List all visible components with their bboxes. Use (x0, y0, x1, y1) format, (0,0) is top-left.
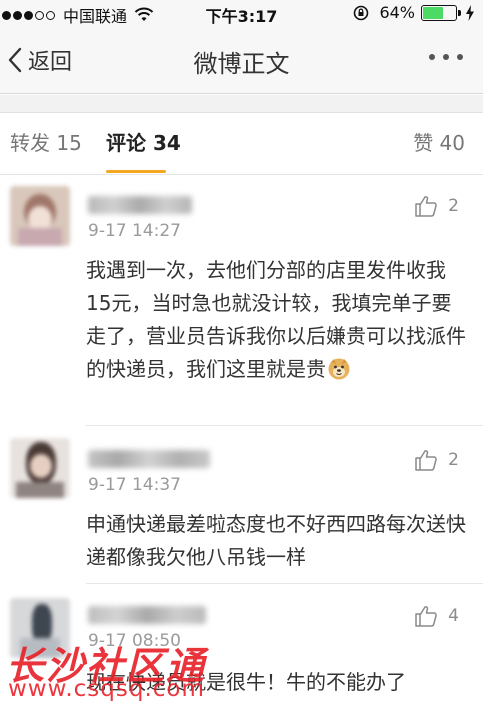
status-right: 64% (353, 3, 475, 22)
more-options-button[interactable] (421, 54, 463, 60)
username-blurred[interactable] (88, 450, 210, 468)
rotation-lock-icon (354, 5, 369, 20)
thumbs-up-icon (415, 606, 438, 627)
tab-reposts[interactable]: 转发 15 (10, 127, 82, 156)
username-blurred[interactable] (88, 196, 192, 214)
comment-text: 我遇到一次，去他们分部的店里发件收我15元，当时急也就没计较，我填完单子要走了，… (86, 254, 466, 386)
status-bar: 中国联通 下午3:17 64% (0, 0, 483, 26)
battery-percent: 64% (379, 3, 415, 22)
tab-comments[interactable]: 评论 34 (106, 127, 181, 156)
like-button[interactable]: 4 (414, 604, 459, 628)
like-button[interactable]: 2 (414, 194, 459, 218)
like-count: 4 (448, 606, 459, 626)
comment-text: 申通快递最差啦态度也不好西四路每次送快递都像我欠他八吊钱一样 (86, 512, 466, 569)
like-button[interactable]: 2 (414, 448, 459, 472)
section-gap (0, 95, 483, 113)
tab-likes[interactable]: 赞 40 (413, 127, 465, 156)
avatar[interactable] (10, 186, 70, 246)
more-dot-icon (443, 54, 449, 60)
like-count: 2 (448, 450, 459, 470)
comment-time: 9-17 14:27 (88, 221, 181, 241)
comment-time: 9-17 14:37 (88, 475, 181, 495)
page-title: 微博正文 (193, 50, 290, 78)
more-dot-icon (457, 54, 463, 60)
navigation-bar: 返回 微博正文 (0, 26, 483, 94)
watermark-url: www.csqsq.com (8, 676, 205, 702)
avatar[interactable] (10, 438, 70, 498)
active-tab-indicator (106, 170, 166, 173)
comment-item: 9-17 14:37 2 申通快递最差啦态度也不好西四路每次送快递都像我欠他八吊… (0, 426, 483, 584)
doge-emoji-icon (328, 358, 350, 380)
battery-fill (423, 6, 444, 19)
thumbs-up-icon (415, 450, 438, 471)
battery-icon (421, 4, 461, 21)
like-count: 2 (448, 196, 459, 216)
more-dot-icon (429, 54, 435, 60)
comment-item: 9-17 14:27 2 我遇到一次，去他们分部的店里发件收我15元，当时急也就… (0, 176, 483, 426)
username-blurred[interactable] (88, 606, 206, 624)
comment-body: 我遇到一次，去他们分部的店里发件收我15元，当时急也就没计较，我填完单子要走了，… (86, 258, 466, 381)
charging-icon (466, 4, 474, 21)
thumbs-up-icon (415, 196, 438, 217)
tab-bar: 转发 15 评论 34 赞 40 (0, 113, 483, 175)
